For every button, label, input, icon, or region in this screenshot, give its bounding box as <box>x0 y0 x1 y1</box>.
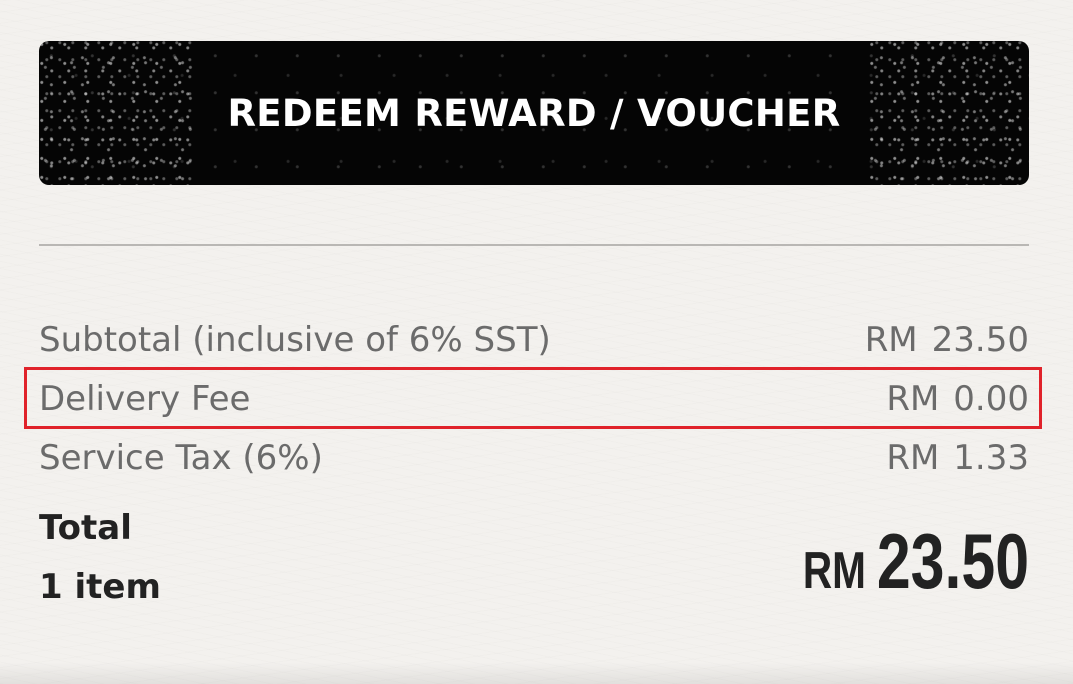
service-tax-value: 1.33 <box>953 438 1029 478</box>
service-tax-amount: RM 1.33 <box>886 438 1029 478</box>
service-tax-row: Service Tax (6%) RM 1.33 <box>39 433 1029 483</box>
bottom-shadow <box>0 662 1073 684</box>
item-count: 1 item <box>39 567 161 607</box>
section-divider <box>39 244 1029 246</box>
total-value: 23.50 <box>876 517 1029 605</box>
subtotal-label: Subtotal (inclusive of 6% SST) <box>39 320 551 360</box>
subtotal-amount: RM 23.50 <box>865 320 1029 360</box>
service-tax-label: Service Tax (6%) <box>39 438 323 478</box>
redeem-voucher-label: REDEEM REWARD / VOUCHER <box>227 91 841 135</box>
service-tax-currency: RM <box>886 438 940 478</box>
subtotal-row: Subtotal (inclusive of 6% SST) RM 23.50 <box>39 315 1029 365</box>
total-currency: RM <box>802 542 866 600</box>
total-label: Total <box>39 508 132 548</box>
total-amount: RM 23.50 <box>803 516 1029 607</box>
redeem-voucher-button[interactable]: REDEEM REWARD / VOUCHER <box>39 41 1029 185</box>
subtotal-value: 23.50 <box>931 320 1029 360</box>
subtotal-currency: RM <box>864 320 918 360</box>
delivery-fee-highlight <box>24 367 1042 429</box>
